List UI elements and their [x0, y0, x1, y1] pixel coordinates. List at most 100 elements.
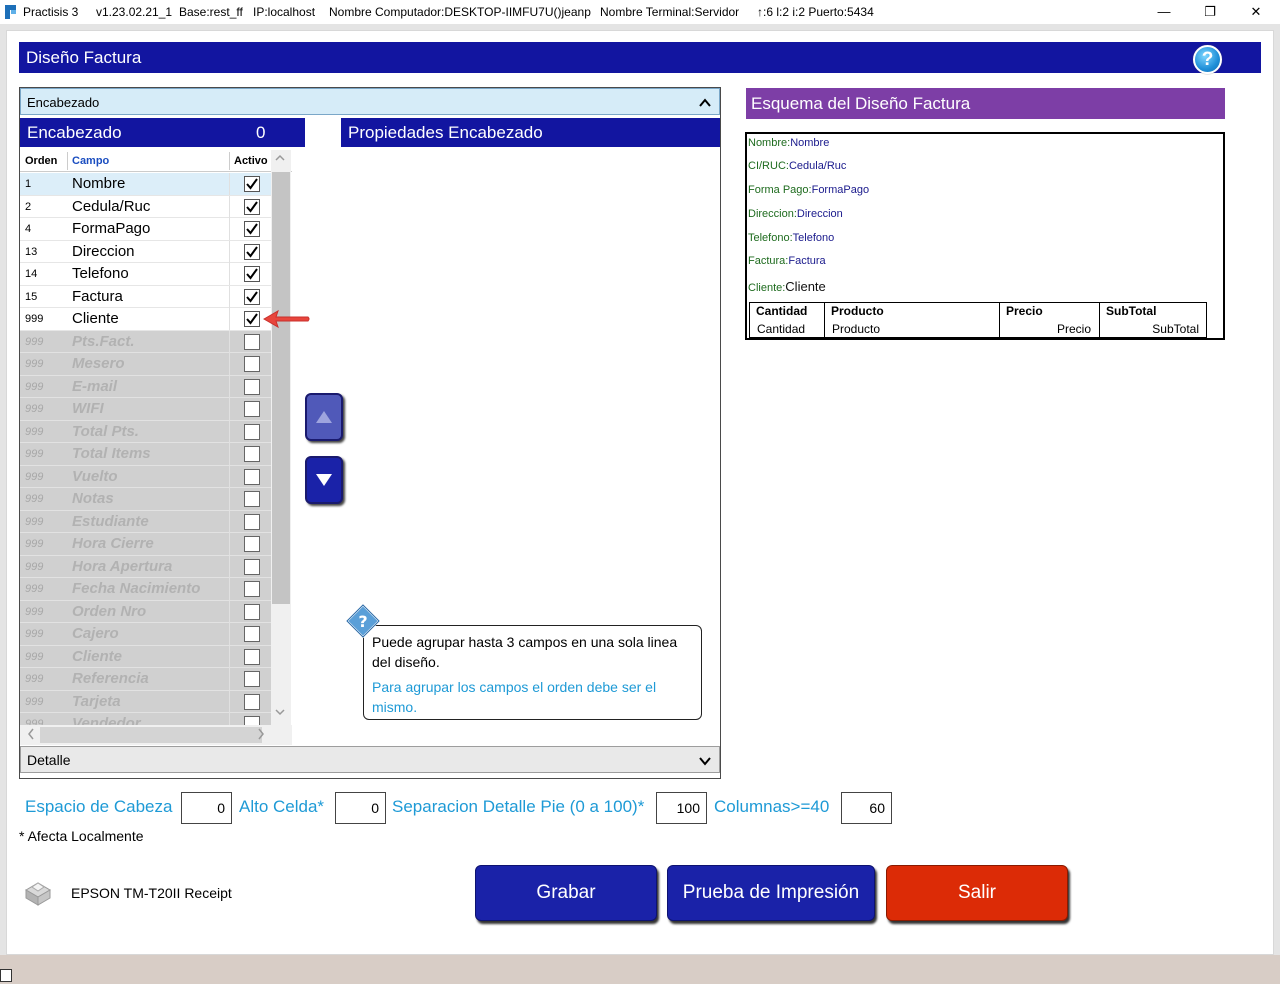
grid-row[interactable]: 999 Mesero [20, 353, 271, 376]
row-campo: Telefono [72, 265, 129, 282]
activo-checkbox[interactable] [244, 603, 260, 620]
prueba-impresion-button[interactable]: Prueba de Impresión [667, 865, 875, 921]
row-orden: 999 [25, 448, 44, 460]
row-orden: 999 [25, 380, 44, 393]
grid-row[interactable]: 999 Tarjeta [20, 690, 271, 713]
grid-row[interactable]: 999 Fecha Nacimiento [20, 578, 271, 601]
activo-checkbox[interactable] [244, 243, 260, 260]
move-down-button[interactable] [305, 456, 343, 504]
move-up-button[interactable] [305, 393, 343, 441]
row-orden: 999 [25, 493, 44, 505]
scroll-up-icon[interactable] [274, 152, 286, 167]
columnas-input[interactable]: 60 [841, 792, 892, 824]
activo-checkbox[interactable] [244, 266, 260, 282]
separacion-label: Separacion Detalle Pie (0 a 100)* [392, 797, 645, 816]
column-activo[interactable]: Activo [234, 150, 268, 172]
activo-checkbox[interactable] [244, 356, 260, 372]
grid-row[interactable]: 999 WIFI [20, 398, 271, 421]
espacio-cabeza-input[interactable]: 0 [181, 792, 232, 824]
activo-checkbox[interactable] [244, 671, 260, 687]
activo-checkbox[interactable] [244, 378, 260, 395]
row-campo: Fecha Nacimiento [72, 580, 201, 597]
grid-row[interactable]: 999 Hora Cierre [20, 533, 271, 556]
restore-button[interactable]: ❐ [1187, 0, 1233, 24]
activo-checkbox[interactable] [244, 288, 260, 305]
activo-checkbox[interactable] [244, 626, 260, 642]
ports-info: ↑:6 l:2 i:2 Puerto:5434 [757, 5, 874, 19]
activo-checkbox[interactable] [244, 311, 260, 327]
column-orden[interactable]: Orden [25, 150, 57, 172]
espacio-cabeza-label: Espacio de Cabeza [25, 797, 173, 816]
salir-button[interactable]: Salir [886, 865, 1068, 921]
alto-celda-input[interactable]: 0 [335, 792, 386, 824]
grid-row[interactable]: 999 Total Pts. [20, 420, 271, 443]
activo-checkbox[interactable] [244, 198, 260, 215]
scroll-left-icon[interactable] [26, 727, 36, 744]
row-orden: 999 [25, 538, 44, 550]
grid-row[interactable]: 999 Cliente [20, 308, 271, 331]
activo-checkbox[interactable] [244, 446, 260, 462]
activo-checkbox[interactable] [244, 648, 260, 665]
grabar-button[interactable]: Grabar [475, 865, 657, 921]
hscrollbar-thumb[interactable] [40, 727, 262, 743]
detalle-expander[interactable]: Detalle [20, 746, 720, 773]
grid-row[interactable]: 1 Nombre [20, 173, 271, 196]
grid-row[interactable]: 13 Direccion [20, 240, 271, 263]
question-diamond-icon: ? [345, 603, 381, 639]
grid-row[interactable]: 999 Cajero [20, 623, 271, 646]
schema-col-cantidad: Cantidad Cantidad [750, 303, 825, 337]
activo-checkbox[interactable] [244, 536, 260, 552]
grid-row[interactable]: 999 Vuelto [20, 465, 271, 488]
row-orden: 999 [25, 425, 44, 438]
scrollbar-thumb[interactable] [272, 172, 290, 604]
close-window-button[interactable]: ✕ [1233, 0, 1279, 24]
grid-row[interactable]: 999 E-mail [20, 375, 271, 398]
grid-row[interactable]: 999 Estudiante [20, 510, 271, 533]
activo-checkbox[interactable] [244, 581, 260, 597]
grid-row[interactable]: 999 Notas [20, 488, 271, 511]
schema-col-subtotal: SubTotal SubTotal [1106, 304, 1199, 336]
page-title: Diseño Factura [19, 42, 1261, 73]
grid-row[interactable]: 999 Pts.Fact. [20, 330, 271, 353]
column-campo[interactable]: Campo [72, 150, 109, 172]
chevron-down-icon [699, 747, 711, 783]
grid-row[interactable]: 14 Telefono [20, 263, 271, 286]
tip-text-secondary: Para agrupar los campos el orden debe se… [372, 679, 657, 715]
grid-vertical-scrollbar[interactable] [271, 150, 291, 725]
minimized-window-icon[interactable] [0, 969, 12, 982]
row-orden: 4 [25, 223, 32, 235]
grid-row[interactable]: 999 Hora Apertura [20, 555, 271, 578]
row-orden: 999 [25, 605, 44, 618]
fields-grid[interactable]: Orden Campo Activo 1 Nombre 2 Cedula/Ruc 4 Fo… [20, 150, 292, 745]
schema-col-producto: Producto Producto [825, 303, 1000, 337]
activo-checkbox[interactable] [244, 491, 260, 507]
grid-row[interactable]: 999 Orden Nro [20, 600, 271, 623]
encabezado-expander[interactable]: Encabezado [20, 88, 720, 115]
activo-checkbox[interactable] [244, 176, 260, 192]
help-icon[interactable]: ? [1193, 45, 1222, 74]
schema-line: CI/RUC:Cedula/Ruc [748, 160, 847, 172]
grid-row[interactable]: 999 Referencia [20, 668, 271, 691]
grid-row[interactable]: 4 FormaPago [20, 218, 271, 241]
activo-checkbox[interactable] [244, 558, 260, 575]
scroll-right-icon[interactable] [256, 727, 266, 744]
separacion-input[interactable]: 100 [656, 792, 707, 824]
row-campo: Factura [72, 287, 123, 305]
grid-row[interactable]: 999 Total Items [20, 443, 271, 466]
schema-line: Forma Pago:FormaPago [748, 184, 870, 196]
activo-checkbox[interactable] [244, 468, 260, 485]
grid-row[interactable]: 999 Cliente [20, 645, 271, 668]
scroll-down-icon[interactable] [274, 706, 286, 721]
row-campo: Direccion [72, 242, 135, 260]
activo-checkbox[interactable] [244, 423, 260, 440]
activo-checkbox[interactable] [244, 401, 260, 417]
grid-row[interactable]: 15 Factura [20, 285, 271, 308]
grid-horizontal-scrollbar[interactable] [20, 725, 292, 745]
activo-checkbox[interactable] [244, 513, 260, 530]
minimize-button[interactable]: — [1141, 0, 1187, 24]
activo-checkbox[interactable] [244, 221, 260, 237]
activo-checkbox[interactable] [244, 693, 260, 710]
row-campo: Notas [72, 490, 114, 507]
activo-checkbox[interactable] [244, 333, 260, 350]
grid-row[interactable]: 2 Cedula/Ruc [20, 195, 271, 218]
